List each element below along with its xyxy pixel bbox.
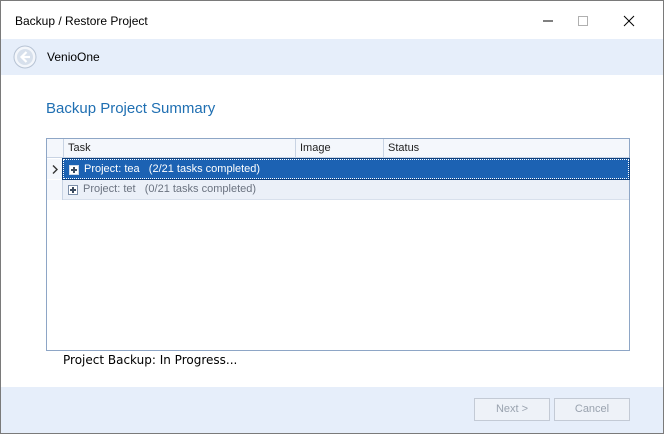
cancel-button[interactable]: Cancel	[554, 398, 630, 421]
row-cell-task: Project: tet (0/21 tasks completed)	[63, 180, 629, 200]
back-button[interactable]	[13, 45, 37, 69]
close-icon	[623, 15, 635, 27]
minimize-icon	[543, 20, 553, 22]
task-grid[interactable]: Task Image Status Project: tea (2/21 tas…	[46, 138, 630, 351]
row-label: Project: tet (0/21 tasks completed)	[83, 183, 257, 195]
maximize-button[interactable]	[560, 1, 606, 39]
table-row[interactable]: Project: tet (0/21 tasks completed)	[47, 180, 629, 200]
close-button[interactable]	[606, 1, 652, 39]
row-indicator-header	[47, 139, 63, 157]
column-header-image[interactable]: Image	[295, 139, 383, 157]
column-header-status[interactable]: Status	[383, 139, 629, 157]
nav-title: VenioOne	[47, 50, 100, 64]
status-text: Project Backup: In Progress...	[63, 353, 238, 367]
title-bar: Backup / Restore Project	[1, 1, 663, 39]
back-arrow-icon	[13, 45, 37, 69]
page-title: Backup Project Summary	[46, 100, 216, 117]
grid-header: Task Image Status	[47, 139, 629, 158]
backup-restore-window: Backup / Restore Project VenioOne Backup…	[0, 0, 664, 434]
expand-icon[interactable]	[68, 185, 78, 195]
table-row[interactable]: Project: tea (2/21 tasks completed)	[47, 158, 630, 180]
expand-icon[interactable]	[69, 165, 79, 175]
next-button[interactable]: Next >	[474, 398, 550, 421]
footer-bar: Next > Cancel	[1, 387, 663, 433]
row-cell-task: Project: tea (2/21 tasks completed)	[62, 158, 630, 180]
maximize-icon	[578, 16, 588, 26]
navigation-bar: VenioOne	[1, 39, 663, 75]
window-title: Backup / Restore Project	[15, 14, 148, 28]
row-indicator	[47, 180, 63, 200]
row-indicator	[47, 159, 63, 179]
column-header-task[interactable]: Task	[63, 139, 295, 157]
current-row-arrow-icon	[52, 165, 58, 174]
row-label: Project: tea (2/21 tasks completed)	[84, 163, 261, 175]
